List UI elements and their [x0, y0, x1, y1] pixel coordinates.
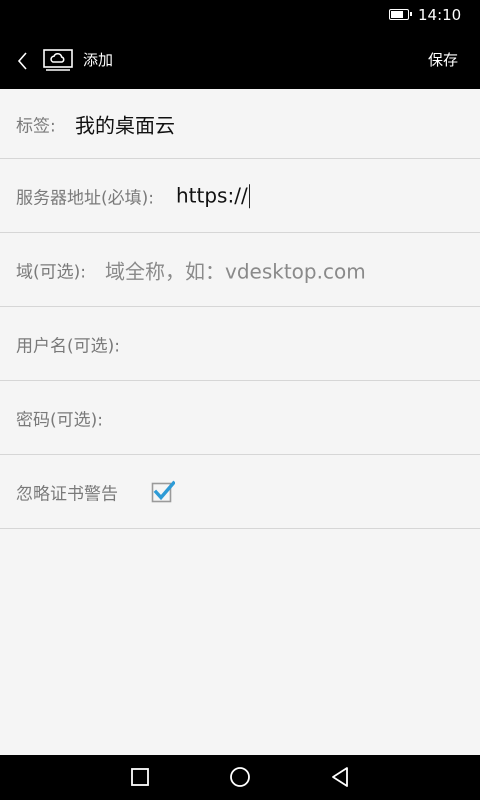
save-button[interactable]: 保存: [428, 50, 458, 70]
username-row: 用户名(可选):: [0, 307, 480, 381]
navigation-bar: [0, 755, 480, 800]
server-row: 服务器地址(必填): https://: [0, 159, 480, 233]
label-row: 标签: 我的桌面云: [0, 89, 480, 159]
page-title: 添加: [83, 51, 114, 69]
password-input[interactable]: [160, 391, 464, 444]
home-button[interactable]: [228, 765, 252, 789]
status-clock: 14:10: [418, 6, 462, 24]
triangle-back-icon: [332, 767, 348, 787]
domain-input[interactable]: 域全称，如：vdesktop.com: [105, 255, 366, 284]
circle-home-icon: [230, 767, 250, 787]
label-field-label: 标签:: [16, 116, 56, 136]
password-row: 密码(可选):: [0, 381, 480, 455]
chevron-left-icon: [17, 52, 27, 70]
status-bar: 14:10: [0, 0, 480, 32]
back-nav-button[interactable]: [328, 765, 352, 789]
ignore-cert-label: 忽略证书警告: [16, 484, 118, 504]
text-cursor: [248, 184, 251, 209]
ignore-cert-checkbox[interactable]: [151, 480, 176, 504]
username-field-label: 用户名(可选):: [16, 336, 120, 356]
label-input[interactable]: 我的桌面云: [75, 109, 175, 138]
square-recents-icon: [131, 768, 149, 786]
server-field-label: 服务器地址(必填):: [16, 188, 154, 208]
back-button[interactable]: [14, 48, 32, 74]
action-bar: 添加 保存: [0, 32, 480, 89]
server-address-value: https://: [176, 182, 248, 207]
username-input[interactable]: [160, 317, 464, 370]
password-field-label: 密码(可选):: [16, 410, 103, 430]
domain-row: 域(可选): 域全称，如：vdesktop.com: [0, 233, 480, 307]
domain-field-label: 域(可选):: [16, 262, 86, 282]
server-address-input[interactable]: https://: [176, 182, 251, 209]
ignore-cert-row: 忽略证书警告: [0, 455, 480, 529]
cloud-desktop-icon: [42, 48, 74, 72]
checkmark-icon: [151, 480, 176, 502]
battery-icon: [389, 9, 412, 20]
recents-button[interactable]: [128, 765, 152, 789]
connection-form: 标签: 我的桌面云 服务器地址(必填): https:// 域(可选): 域全称…: [0, 89, 480, 529]
